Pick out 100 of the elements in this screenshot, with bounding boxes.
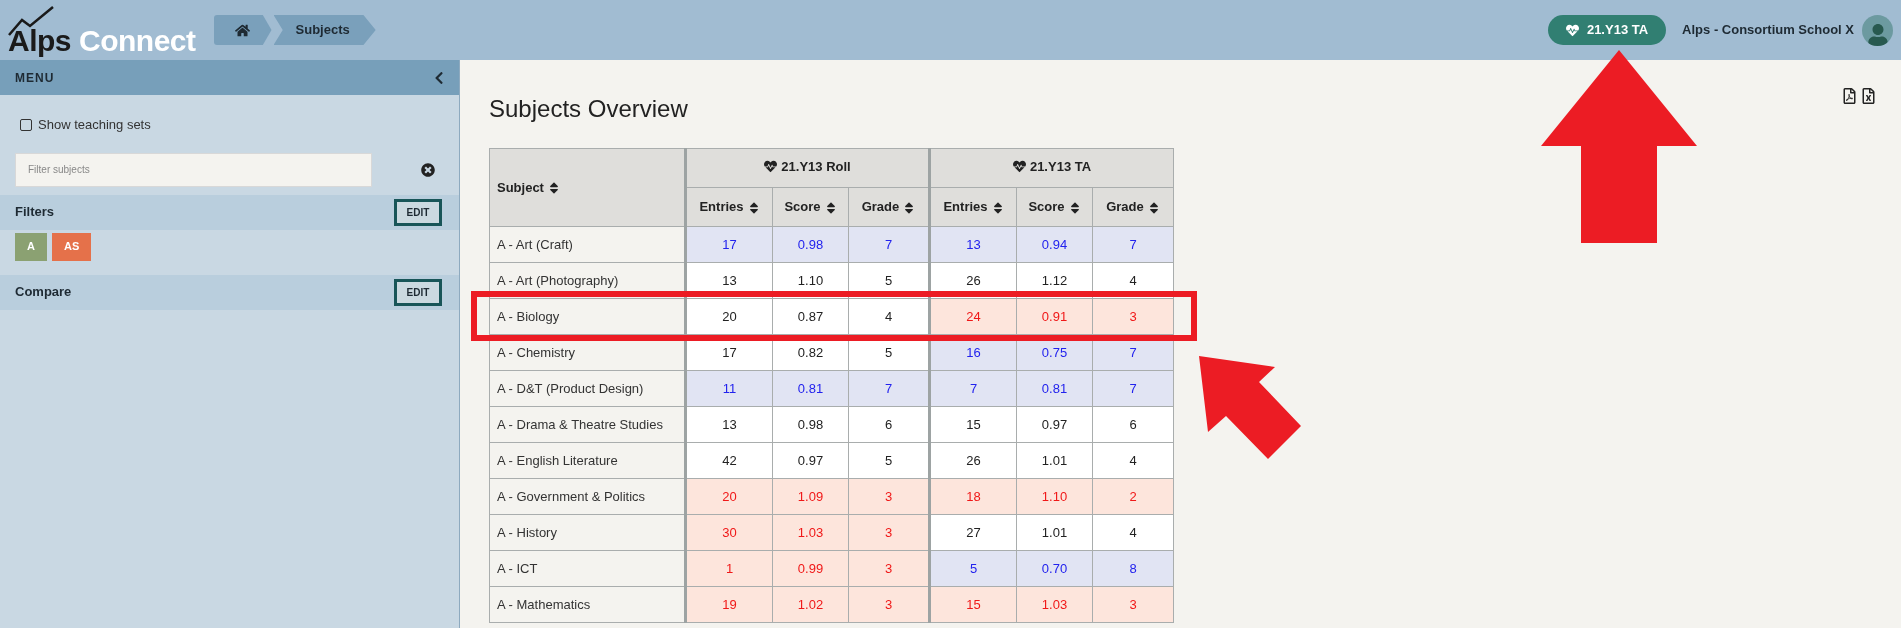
value-cell: 1.02: [772, 586, 849, 623]
user-avatar[interactable]: [1862, 14, 1893, 46]
heartbeat-icon: [1565, 23, 1579, 37]
collapse-icon[interactable]: [433, 70, 445, 85]
value-cell: 1.01: [1016, 442, 1093, 479]
value-cell: 0.98: [772, 406, 849, 443]
value-cell: 3: [848, 478, 930, 515]
value-cell: 4: [1092, 514, 1174, 551]
breadcrumb-item[interactable]: Subjects: [273, 15, 376, 45]
subject-cell: A - History: [489, 514, 686, 551]
edit-button[interactable]: EDIT: [394, 198, 442, 226]
value-cell: 24: [929, 298, 1017, 335]
value-cell: 17: [685, 226, 773, 263]
value-cell: 4: [848, 298, 930, 335]
value-cell: 1.01: [1016, 514, 1093, 551]
value-cell: 7: [1092, 370, 1174, 407]
pdf-export-icon[interactable]: [1843, 88, 1856, 104]
value-cell: 3: [1092, 298, 1174, 335]
value-cell: 7: [848, 370, 930, 407]
value-cell: 1: [685, 550, 773, 587]
value-cell: 0.81: [772, 370, 849, 407]
value-cell: 1.10: [1016, 478, 1093, 515]
column-header[interactable]: Score: [1016, 187, 1093, 227]
value-cell: 1.03: [1016, 586, 1093, 623]
subject-cell: A - Government & Politics: [489, 478, 686, 515]
value-cell: 7: [1092, 226, 1174, 263]
page-title: Subjects Overview: [489, 94, 688, 124]
value-cell: 11: [685, 370, 773, 407]
column-header[interactable]: Score: [772, 187, 849, 227]
value-cell: 4: [1092, 442, 1174, 479]
value-cell: 3: [1092, 586, 1174, 623]
value-cell: 7: [929, 370, 1017, 407]
value-cell: 0.91: [1016, 298, 1093, 335]
value-cell: 0.99: [772, 550, 849, 587]
column-header[interactable]: Entries: [929, 187, 1017, 227]
value-cell: 30: [685, 514, 773, 551]
group-title: 21.Y13 Roll: [781, 158, 851, 177]
value-cell: 5: [929, 550, 1017, 587]
value-cell: 27: [929, 514, 1017, 551]
column-header[interactable]: Entries: [685, 187, 773, 227]
value-cell: 18: [929, 478, 1017, 515]
school-name[interactable]: Alps - Consortium School X: [1682, 20, 1854, 40]
value-cell: 42: [685, 442, 773, 479]
subject-cell: A - D&T (Product Design): [489, 370, 686, 407]
value-cell: 15: [929, 406, 1017, 443]
column-header[interactable]: Grade: [848, 187, 930, 227]
value-cell: 0.97: [1016, 406, 1093, 443]
value-cell: 26: [929, 442, 1017, 479]
menu-title: MENU: [15, 69, 55, 87]
sort-icon[interactable]: [547, 181, 560, 196]
sort-icon[interactable]: [903, 200, 916, 215]
value-cell: 0.87: [772, 298, 849, 335]
column-header[interactable]: Subject: [489, 148, 686, 227]
heartbeat-icon: [764, 160, 778, 174]
value-cell: 3: [848, 550, 930, 587]
filter-input[interactable]: Filter subjects: [15, 152, 372, 187]
home-breadcrumb[interactable]: [213, 15, 272, 45]
subject-cell: A - Art (Craft): [489, 226, 686, 263]
logo-text: Alps: [8, 26, 71, 56]
logo[interactable]: Alps Connect: [8, 4, 196, 56]
sort-icon[interactable]: [991, 200, 1004, 215]
value-cell: 1.09: [772, 478, 849, 515]
group-title: 21.Y13 TA: [1029, 158, 1092, 177]
value-cell: 0.97: [772, 442, 849, 479]
sort-icon[interactable]: [747, 200, 760, 215]
sort-icon[interactable]: [1068, 200, 1081, 215]
value-cell: 13: [685, 406, 773, 443]
logo-text: Connect: [79, 26, 196, 56]
subject-cell: A - Mathematics: [489, 586, 686, 623]
value-cell: 8: [1092, 550, 1174, 587]
value-cell: 3: [848, 514, 930, 551]
value-cell: 3: [848, 586, 930, 623]
subject-cell: A - Drama & Theatre Studies: [489, 406, 686, 443]
subject-cell: A - English Literature: [489, 442, 686, 479]
sort-icon[interactable]: [824, 200, 837, 215]
checkbox[interactable]: [20, 118, 32, 131]
value-cell: 7: [848, 226, 930, 263]
subject-cell: A - ICT: [489, 550, 686, 587]
clear-icon[interactable]: [421, 162, 435, 177]
heartbeat-icon: [1012, 160, 1026, 174]
value-cell: 2: [1092, 478, 1174, 515]
edit-button[interactable]: EDIT: [394, 278, 442, 306]
dataset-button[interactable]: 21.Y13 TA: [1547, 15, 1667, 45]
section-title: Filters: [15, 203, 54, 222]
value-cell: 0.94: [1016, 226, 1093, 263]
checkbox-label[interactable]: Show teaching sets: [38, 115, 151, 135]
value-cell: 19: [685, 586, 773, 623]
value-cell: 1.03: [772, 514, 849, 551]
excel-export-icon[interactable]: [1862, 88, 1875, 104]
value-cell: 20: [685, 478, 773, 515]
value-cell: 0.70: [1016, 550, 1093, 587]
value-cell: 5: [848, 442, 930, 479]
value-cell: 6: [1092, 406, 1174, 443]
value-cell: 0.81: [1016, 370, 1093, 407]
value-cell: 0.98: [772, 226, 849, 263]
value-cell: 20: [685, 298, 773, 335]
section-title: Compare: [15, 283, 72, 302]
column-header[interactable]: Grade: [1092, 187, 1174, 227]
sort-icon[interactable]: [1147, 200, 1160, 215]
home-icon: [235, 22, 250, 38]
